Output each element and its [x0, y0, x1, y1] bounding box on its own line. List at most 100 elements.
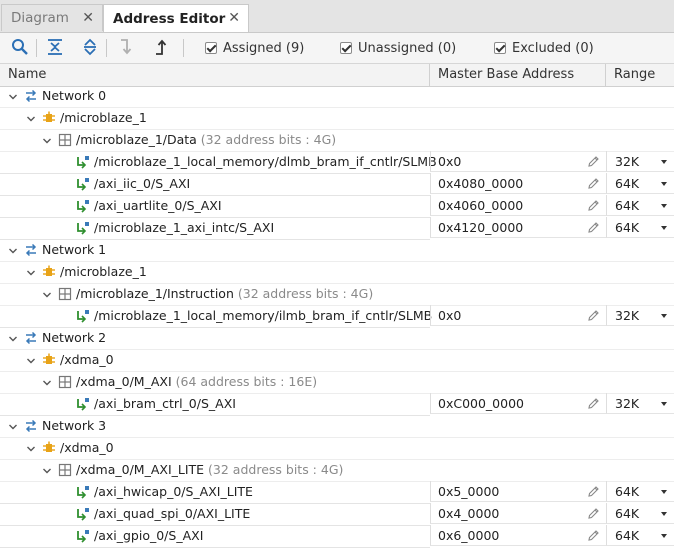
- master-base-address-cell[interactable]: 0xC000_0000: [430, 393, 606, 414]
- space-row[interactable]: /microblaze_1/Instruction (32 address bi…: [0, 283, 674, 306]
- dropdown-arrow-icon[interactable]: [661, 512, 667, 516]
- dropdown-arrow-icon[interactable]: [661, 490, 667, 494]
- dropdown-arrow-icon[interactable]: [661, 402, 667, 406]
- expand-all-icon[interactable]: [80, 37, 100, 57]
- master-row[interactable]: /xdma_0: [0, 437, 674, 460]
- address-segment-row[interactable]: /axi_quad_spi_0/AXI_LITE 0x4_0000 64K: [0, 503, 674, 526]
- close-icon[interactable]: ✕: [228, 10, 240, 26]
- chevron-down-icon[interactable]: [8, 332, 18, 342]
- pencil-icon[interactable]: [587, 177, 600, 190]
- address-segment-row[interactable]: /microblaze_1_local_memory/dlmb_bram_if_…: [0, 151, 674, 174]
- assigned-filter-checkbox[interactable]: Assigned (9): [205, 39, 304, 57]
- range-value: 64K: [615, 198, 640, 213]
- step-up-icon[interactable]: [150, 37, 170, 57]
- address-space-info: (32 address bits : 4G): [204, 462, 344, 477]
- master-base-address-cell[interactable]: 0x5_0000: [430, 481, 606, 502]
- chevron-down-icon[interactable]: [8, 420, 18, 430]
- range-select[interactable]: 32K: [606, 305, 674, 326]
- master-row[interactable]: /xdma_0: [0, 349, 674, 372]
- network-icon: [24, 243, 38, 257]
- pencil-icon[interactable]: [587, 397, 600, 410]
- master-base-address-cell[interactable]: 0x6_0000: [430, 525, 606, 546]
- master-base-address-cell[interactable]: 0x4120_0000: [430, 217, 606, 238]
- search-icon[interactable]: [10, 37, 30, 57]
- address-segment-row[interactable]: /axi_gpio_0/S_AXI 0x6_0000 64K: [0, 525, 674, 548]
- range-select[interactable]: 64K: [606, 481, 674, 502]
- tree-item-text: /axi_quad_spi_0/AXI_LITE: [94, 506, 251, 521]
- chevron-down-icon[interactable]: [42, 376, 52, 386]
- excluded-filter-checkbox[interactable]: Excluded (0): [494, 39, 594, 57]
- master-base-address-cell[interactable]: 0x0: [430, 151, 606, 172]
- pencil-icon[interactable]: [587, 507, 600, 520]
- unassigned-filter-checkbox[interactable]: Unassigned (0): [340, 39, 456, 57]
- tab-address-editor-label: Address Editor: [113, 10, 226, 27]
- address-segment-row[interactable]: /axi_bram_ctrl_0/S_AXI 0xC000_0000 32K: [0, 393, 674, 416]
- network-row[interactable]: Network 2: [0, 327, 674, 350]
- network-row[interactable]: Network 0: [0, 85, 674, 108]
- collapse-all-icon[interactable]: [45, 37, 65, 57]
- address-segment-row[interactable]: /axi_iic_0/S_AXI 0x4080_0000 64K: [0, 173, 674, 196]
- dropdown-arrow-icon[interactable]: [661, 534, 667, 538]
- column-header-name[interactable]: Name: [0, 64, 430, 86]
- space-row[interactable]: /microblaze_1/Data (32 address bits : 4G…: [0, 129, 674, 152]
- dropdown-arrow-icon[interactable]: [661, 226, 667, 230]
- range-select[interactable]: 32K: [606, 393, 674, 414]
- pencil-icon[interactable]: [587, 199, 600, 212]
- chevron-down-icon[interactable]: [26, 442, 36, 452]
- address-segment-row[interactable]: /axi_uartlite_0/S_AXI 0x4060_0000 64K: [0, 195, 674, 218]
- tree-item-label: Network 3: [42, 415, 106, 437]
- master-base-address-cell[interactable]: 0x4060_0000: [430, 195, 606, 216]
- chevron-down-icon[interactable]: [26, 354, 36, 364]
- chevron-down-icon[interactable]: [42, 134, 52, 144]
- master-base-address-cell[interactable]: 0x0: [430, 305, 606, 326]
- dropdown-arrow-icon[interactable]: [661, 182, 667, 186]
- range-select[interactable]: 64K: [606, 195, 674, 216]
- pencil-icon[interactable]: [587, 529, 600, 542]
- network-row[interactable]: Network 3: [0, 415, 674, 438]
- master-base-address-cell[interactable]: 0x4_0000: [430, 503, 606, 524]
- range-select[interactable]: 64K: [606, 525, 674, 546]
- dropdown-arrow-icon[interactable]: [661, 160, 667, 164]
- column-header-master-base-address[interactable]: Master Base Address: [430, 64, 606, 86]
- chevron-down-icon[interactable]: [42, 464, 52, 474]
- address-segment-row[interactable]: /microblaze_1_local_memory/ilmb_bram_if_…: [0, 305, 674, 328]
- close-icon[interactable]: ✕: [82, 10, 94, 26]
- master-base-address-cell[interactable]: 0x4080_0000: [430, 173, 606, 194]
- range-select[interactable]: 64K: [606, 503, 674, 524]
- master-row[interactable]: /microblaze_1: [0, 261, 674, 284]
- chevron-down-icon[interactable]: [8, 244, 18, 254]
- pencil-icon[interactable]: [587, 221, 600, 234]
- excluded-filter-label: Excluded (0): [512, 40, 594, 56]
- name-cell: /axi_gpio_0/S_AXI: [0, 525, 430, 548]
- address-segment-row[interactable]: /axi_hwicap_0/S_AXI_LITE 0x5_0000 64K: [0, 481, 674, 504]
- range-select[interactable]: 64K: [606, 173, 674, 194]
- tree-item-text: /microblaze_1/Instruction: [76, 286, 234, 301]
- chevron-down-icon[interactable]: [42, 288, 52, 298]
- address-segment-row[interactable]: /microblaze_1_axi_intc/S_AXI 0x4120_0000 6…: [0, 217, 674, 240]
- network-row[interactable]: Network 1: [0, 239, 674, 262]
- pencil-icon[interactable]: [587, 485, 600, 498]
- column-header-range[interactable]: Range: [606, 64, 674, 86]
- range-select[interactable]: 64K: [606, 217, 674, 238]
- dropdown-arrow-icon[interactable]: [661, 204, 667, 208]
- pencil-icon[interactable]: [587, 309, 600, 322]
- master-row[interactable]: /microblaze_1: [0, 107, 674, 130]
- tree-item-text: /microblaze_1_local_memory/ilmb_bram_if_…: [94, 308, 433, 323]
- space-row[interactable]: /xdma_0/M_AXI (64 address bits : 16E): [0, 371, 674, 394]
- tree-item-label: /microblaze_1: [60, 107, 147, 129]
- space-row[interactable]: /xdma_0/M_AXI_LITE (32 address bits : 4G…: [0, 459, 674, 482]
- chevron-down-icon[interactable]: [26, 266, 36, 276]
- chevron-down-icon[interactable]: [8, 90, 18, 100]
- step-down-icon[interactable]: [115, 37, 135, 57]
- toolbar-separator: [106, 39, 107, 57]
- address-space-info: (32 address bits : 4G): [196, 132, 337, 147]
- pencil-icon[interactable]: [587, 155, 600, 168]
- tab-diagram[interactable]: Diagram ✕: [1, 4, 103, 31]
- dropdown-arrow-icon[interactable]: [661, 314, 667, 318]
- range-select[interactable]: 32K: [606, 151, 674, 172]
- tree-item-label: /axi_hwicap_0/S_AXI_LITE: [94, 481, 253, 503]
- name-cell: /axi_hwicap_0/S_AXI_LITE: [0, 481, 430, 504]
- tab-address-editor[interactable]: Address Editor ✕: [103, 4, 249, 32]
- chevron-down-icon[interactable]: [26, 112, 36, 122]
- tree-item-label: /axi_iic_0/S_AXI: [94, 173, 190, 195]
